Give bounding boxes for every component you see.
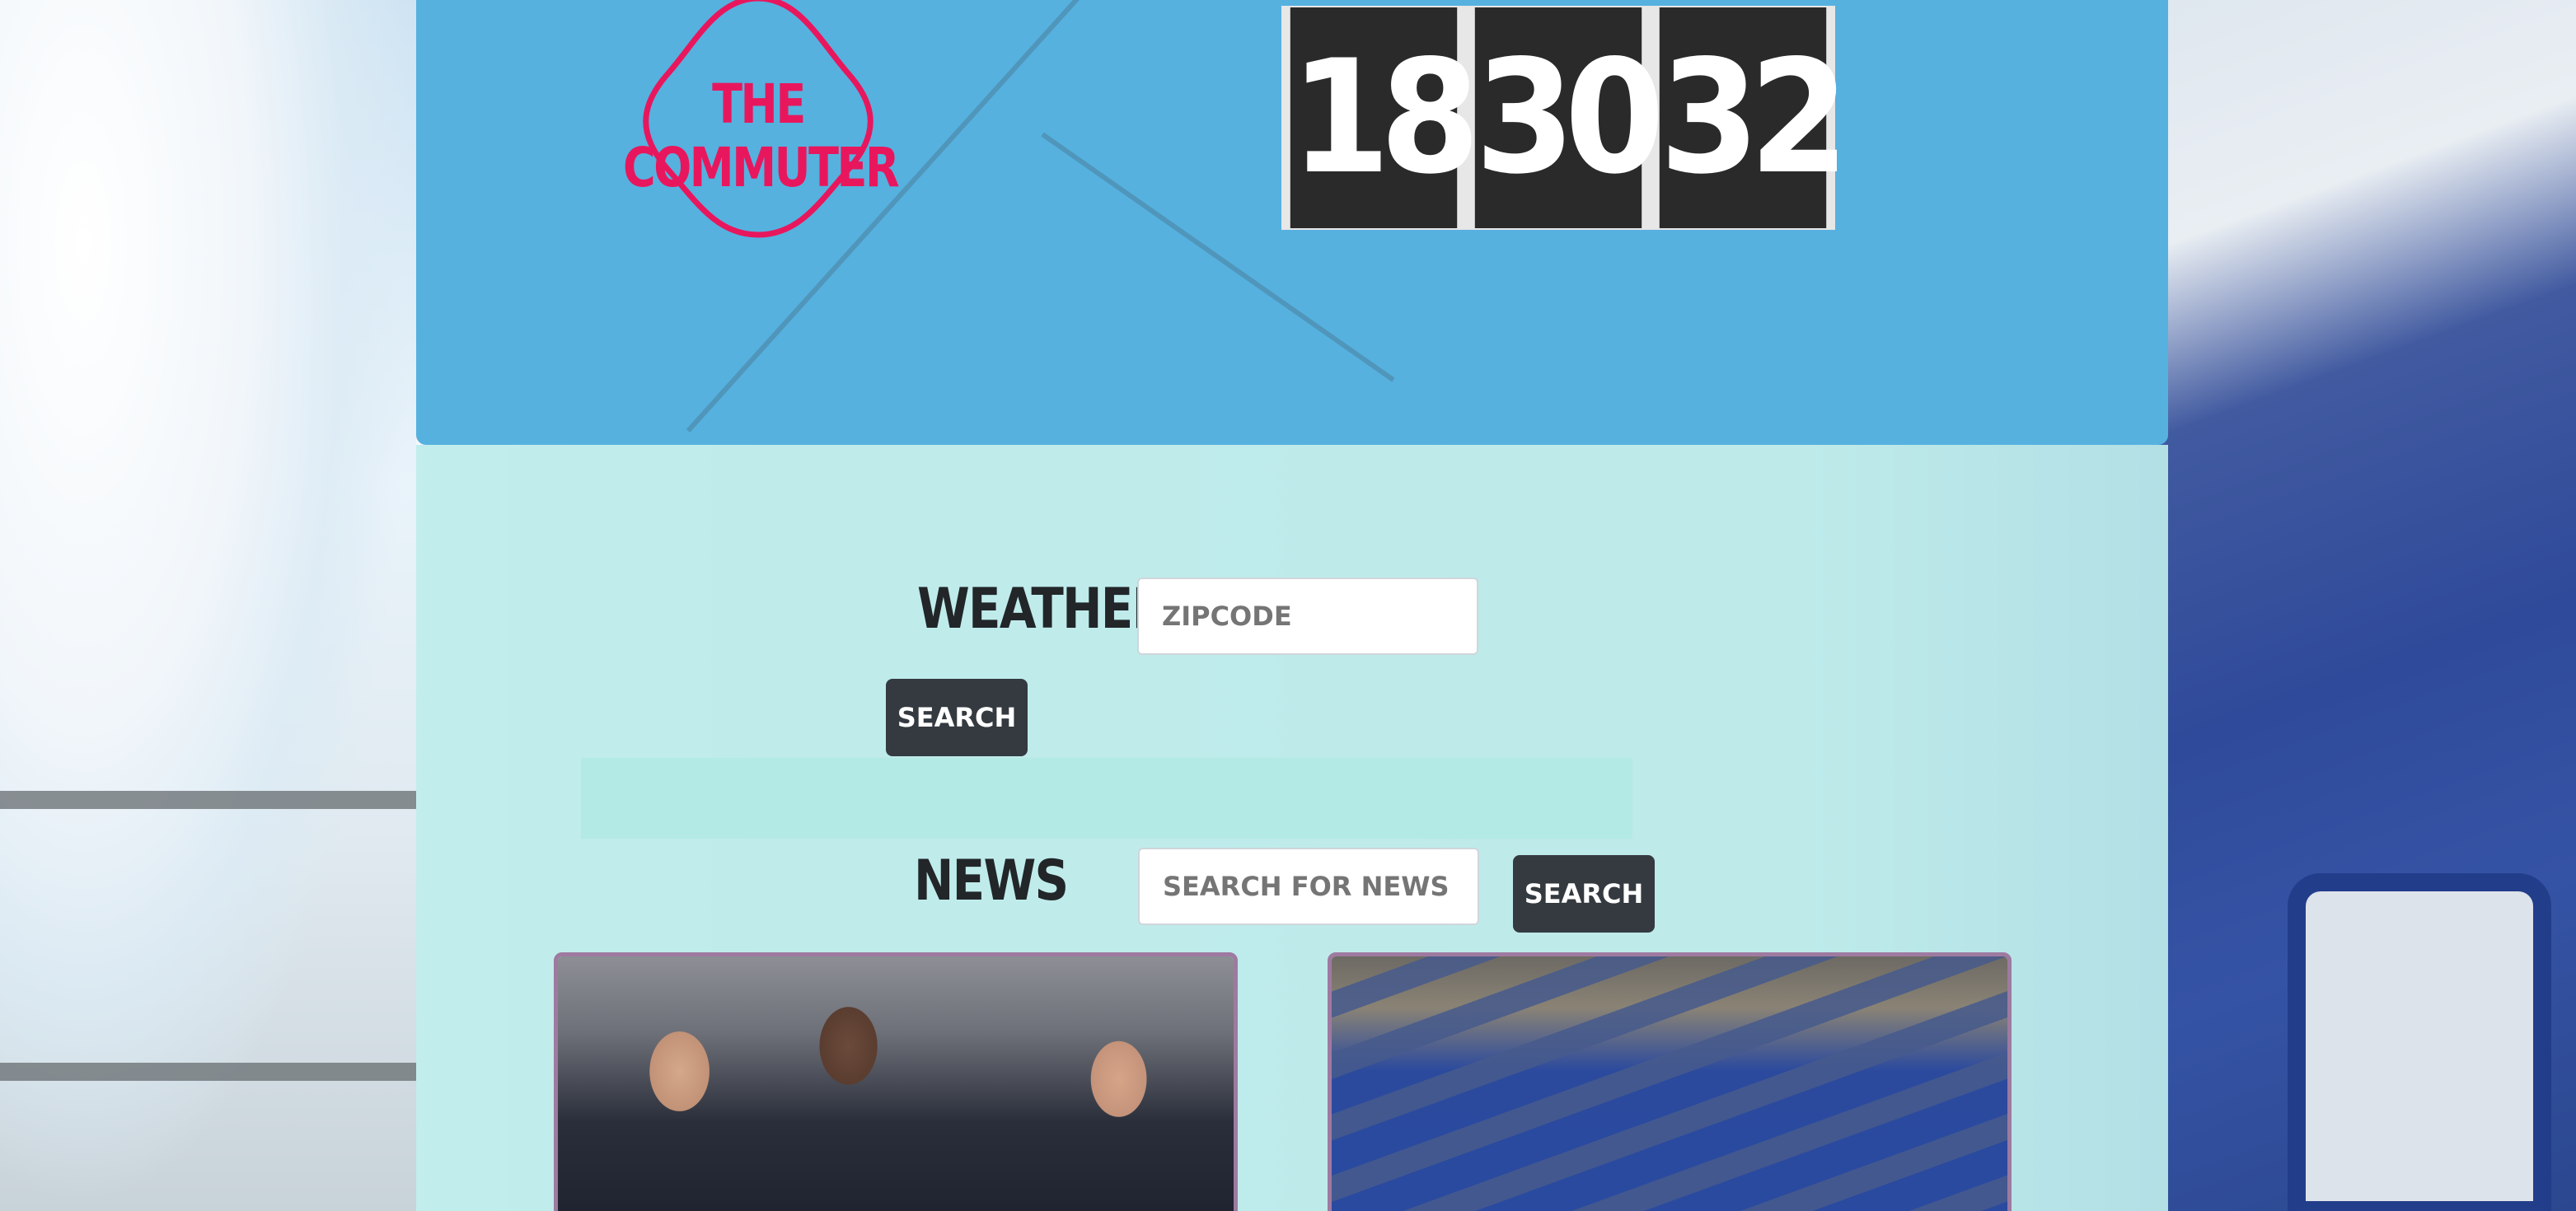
news-heading: NEWS <box>914 849 1069 914</box>
background-gantry-beam <box>0 791 416 809</box>
news-search-button[interactable]: SEARCH <box>1513 855 1655 933</box>
news-article-card[interactable] <box>554 952 1238 1211</box>
clock-seconds: 32 <box>1659 7 1849 228</box>
news-article-card[interactable] <box>1328 952 2012 1211</box>
news-search-input[interactable] <box>1138 848 1479 925</box>
site-header: THE COMMUTER 18 30 32 <box>416 0 2168 445</box>
background-gantry-beam-lower <box>0 1063 416 1081</box>
train-door <box>2288 873 2551 1211</box>
site-logo[interactable]: THE COMMUTER <box>593 0 923 247</box>
flip-clock: 18 30 32 <box>1281 6 1849 230</box>
clock-hours: 18 <box>1290 7 1480 228</box>
basketball-bench-photo <box>558 956 1234 1211</box>
weather-heading: WEATHER <box>917 577 1169 642</box>
logo-text: THE COMMUTER <box>623 72 900 199</box>
weather-result-panel <box>581 758 1632 839</box>
weather-search-button[interactable]: SEARCH <box>886 679 1028 756</box>
background-train <box>2166 0 2576 1211</box>
background-sky <box>0 0 416 1211</box>
coffins-burial-photo <box>1332 956 2007 1211</box>
clock-minutes: 30 <box>1474 7 1665 228</box>
zipcode-input[interactable] <box>1137 577 1478 655</box>
main-column: THE COMMUTER 18 30 32 WEATHER SEARCH NEW… <box>416 0 2168 1211</box>
